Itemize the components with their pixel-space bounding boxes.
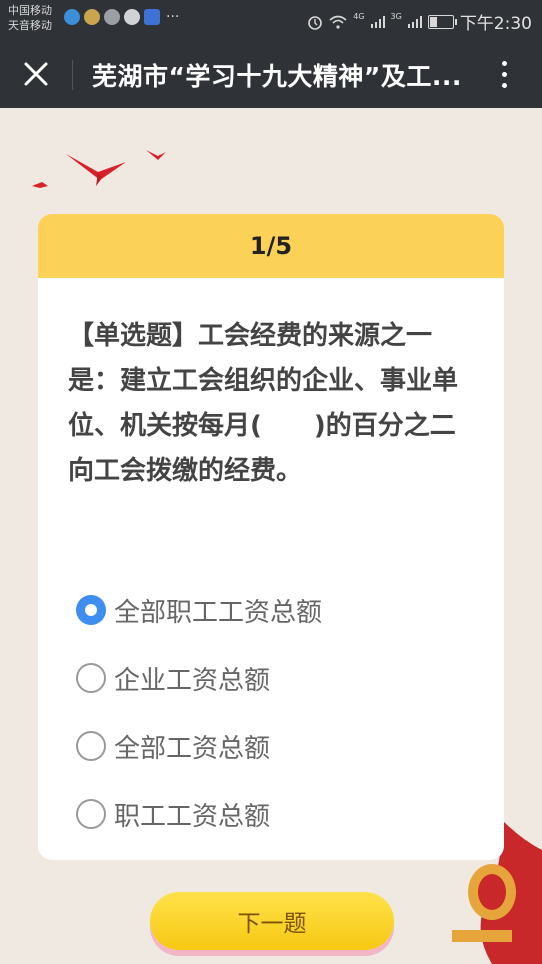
next-question-button[interactable]: 下一题: [150, 892, 394, 950]
battery-icon: [427, 14, 457, 29]
nav-bar: 芜湖市“学习十九大精神”及工...: [0, 40, 542, 108]
page-title: 芜湖市“学习十九大精神”及工...: [92, 62, 462, 91]
carrier-2: 天音移动: [8, 19, 52, 32]
option-1[interactable]: 全部职工工资总额: [76, 576, 322, 644]
notification-icons: ···: [64, 9, 179, 25]
close-icon: [24, 62, 48, 86]
signal-icon: [370, 15, 385, 28]
carrier-info: 中国移动 天音移动: [8, 3, 52, 33]
option-2[interactable]: 企业工资总额: [76, 644, 322, 712]
birds-decoration: [32, 150, 166, 188]
baidu-icon: [144, 9, 160, 25]
qq-icon: [124, 9, 140, 25]
app-q-icon: [64, 9, 80, 25]
progress-indicator: 1/5: [249, 232, 293, 260]
wifi-icon: [329, 15, 347, 29]
option-4[interactable]: 职工工资总额: [76, 780, 322, 848]
quiz-card: 1/5 【单选题】工会经费的来源之一是：建立工会组织的企业、事业单位、机关按每月…: [38, 214, 504, 860]
system-status: 4G 3G 下午2:30: [307, 9, 532, 34]
options-list: 全部职工工资总额 企业工资总额 全部工资总额 职工工资总额: [76, 576, 322, 848]
option-label: 企业工资总额: [114, 665, 271, 696]
weather-icon: [84, 9, 100, 25]
option-label: 职工工资总额: [114, 801, 271, 832]
clock: 下午2:30: [459, 14, 532, 34]
status-bar: 中国移动 天音移动 ··· 4G 3G 下午2:30: [0, 0, 542, 40]
more-vertical-icon: [501, 60, 507, 66]
network-type-2: 3G: [390, 12, 402, 21]
option-label: 全部职工工资总额: [114, 597, 323, 628]
radio-unchecked-icon[interactable]: [76, 731, 106, 761]
card-header: 1/5: [38, 214, 504, 278]
radio-checked-icon[interactable]: [76, 595, 106, 625]
option-3[interactable]: 全部工资总额: [76, 712, 322, 780]
network-type-1: 4G: [353, 12, 365, 21]
more-button[interactable]: [494, 54, 514, 94]
question-text: 【单选题】工会经费的来源之一是：建立工会组织的企业、事业单位、机关按每月( )的…: [68, 321, 459, 486]
wechat-icon: [104, 9, 120, 25]
radio-unchecked-icon[interactable]: [76, 663, 106, 693]
radio-unchecked-icon[interactable]: [76, 799, 106, 829]
signal-icon-2: [407, 15, 422, 28]
more-notifications-icon: ···: [166, 9, 180, 25]
nav-divider: [72, 60, 73, 90]
carrier-1: 中国移动: [8, 4, 52, 17]
option-label: 全部工资总额: [114, 733, 271, 764]
close-button[interactable]: [16, 54, 56, 94]
alarm-icon: [308, 15, 323, 30]
